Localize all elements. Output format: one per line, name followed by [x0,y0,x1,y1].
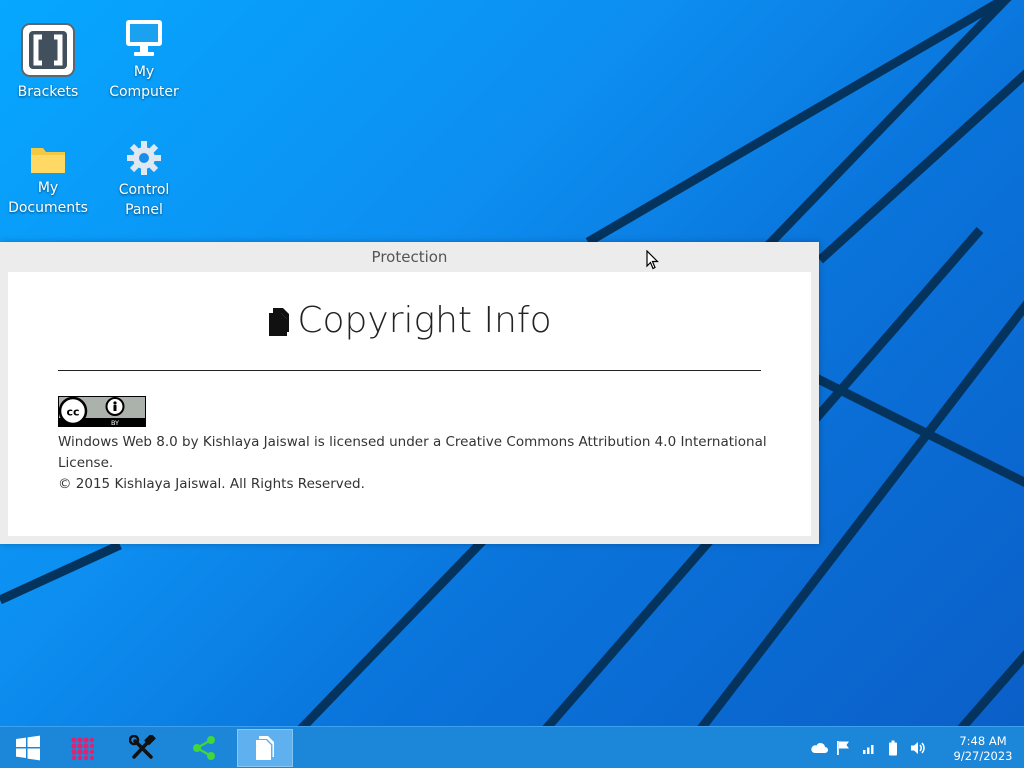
copyright-info-taskbar-button[interactable] [237,729,293,767]
mouse-cursor-icon [646,250,659,270]
signal-icon[interactable] [862,742,876,754]
window-title[interactable]: Protection [0,242,819,272]
copyright-heading: Copyright Info [8,298,811,344]
cloud-icon[interactable] [810,742,828,754]
desktop-icon-label: Control Panel [118,182,170,218]
volume-icon[interactable] [910,741,926,755]
desktop-icon-label: Brackets [17,84,79,100]
gear-icon [127,141,161,175]
protection-window: Protection Copyright Info cc BY Windows … [0,242,819,544]
window-content: Copyright Info cc BY Windows Web 8.0 by … [8,272,811,536]
desktop-icon-label: My Documents [8,180,88,216]
computer-icon [126,20,162,56]
start-button[interactable] [0,729,56,767]
divider [58,370,761,371]
share-icon [193,736,215,760]
creative-commons-by-badge[interactable]: cc BY [58,396,146,427]
desktop-icon-label: My Computer [109,64,179,100]
tools-button[interactable] [115,729,171,767]
clock-time: 7:48 AM [959,734,1007,748]
license-text: Windows Web 8.0 by Kishlaya Jaiswal is l… [58,432,768,495]
desktop-icon-control-panel[interactable]: Control Panel [96,140,192,220]
apps-button[interactable] [54,729,110,767]
windows-start-icon [16,735,40,761]
cc-by-label: BY [111,419,119,427]
copyright-heading-text: Copyright Info [297,300,552,341]
desktop-icon-brackets[interactable]: Brackets [0,22,96,102]
battery-icon[interactable] [888,740,898,756]
brackets-icon [21,23,75,77]
document-icon [269,308,290,336]
flag-icon[interactable] [836,740,850,756]
system-tray: 7:48 AM 9/27/2023 [804,727,1024,768]
clock-date: 9/27/2023 [953,749,1013,763]
share-button[interactable] [176,729,232,767]
taskbar: 7:48 AM 9/27/2023 [0,726,1024,768]
license-statement: Windows Web 8.0 by Kishlaya Jaiswal is l… [58,434,767,471]
desktop-icon-my-computer[interactable]: My Computer [96,18,192,102]
document-icon [256,736,274,760]
copyright-notice: © 2015 Kishlaya Jaiswal. All Rights Rese… [58,476,365,492]
desktop-icon-my-documents[interactable]: My Documents [0,144,96,218]
svg-text:cc: cc [66,406,79,419]
clock[interactable]: 7:48 AM 9/27/2023 [948,734,1018,764]
tools-icon [129,735,156,759]
folder-icon [31,148,65,173]
apps-grid-icon [71,737,94,760]
